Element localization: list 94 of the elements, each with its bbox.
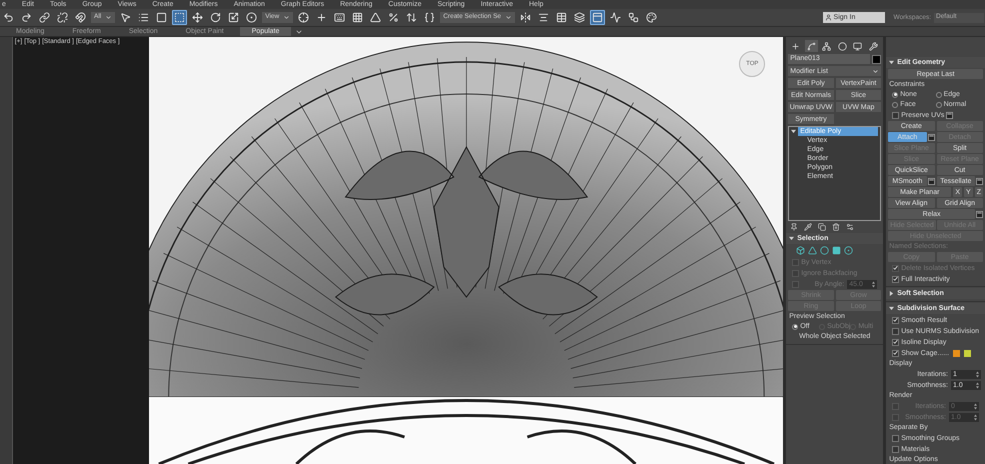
- triangle-icon: [370, 12, 382, 23]
- scale-icon: [228, 12, 240, 23]
- dot-circle-icon: [246, 12, 258, 23]
- checkbox[interactable]: [892, 350, 900, 356]
- mirror-icon: [520, 12, 532, 23]
- collapse-arrow-icon[interactable]: [789, 236, 794, 241]
- curve-icon: [806, 42, 816, 50]
- toolbar-button[interactable]: [644, 10, 660, 25]
- undo-icon: [3, 12, 14, 23]
- checkbox[interactable]: [892, 276, 900, 282]
- square-icon: [156, 12, 168, 23]
- checkbox[interactable]: [892, 328, 900, 334]
- vertex-icon[interactable]: [796, 246, 806, 255]
- layers-icon: [574, 12, 586, 23]
- toolbar-button[interactable]: [244, 10, 260, 25]
- link-icon: [39, 12, 50, 23]
- radio-button[interactable]: [892, 92, 898, 98]
- settings-box-icon[interactable]: [928, 134, 935, 140]
- toolbar-button[interactable]: [37, 10, 52, 25]
- monitor-icon: [853, 42, 862, 50]
- caret-icon: [105, 14, 112, 21]
- polygon-icon[interactable]: [832, 246, 842, 255]
- schematic-icon: [628, 12, 640, 23]
- object-color-swatch[interactable]: [872, 54, 882, 64]
- braces-icon: [424, 12, 436, 23]
- toolbar-button[interactable]: [590, 10, 606, 25]
- move-icon: [192, 12, 204, 23]
- toolbar-button[interactable]: [368, 10, 384, 25]
- radio-button[interactable]: [936, 92, 942, 98]
- radio-button[interactable]: [936, 102, 942, 108]
- toolbar-button[interactable]: [73, 10, 88, 25]
- expand-arrow-icon[interactable]: [889, 291, 894, 296]
- color-swatch[interactable]: [953, 350, 960, 356]
- toolbar-button[interactable]: [572, 10, 588, 25]
- user-icon: [824, 14, 832, 21]
- magnet-icon: [75, 12, 86, 23]
- toolbar-button[interactable]: [296, 10, 312, 25]
- settings-box-icon[interactable]: [976, 178, 983, 184]
- redo-icon: [21, 12, 32, 23]
- list-icon: [138, 12, 150, 23]
- checkbox[interactable]: [892, 434, 900, 442]
- trash-icon[interactable]: [832, 223, 840, 231]
- caret-icon: [505, 14, 512, 21]
- color-swatch[interactable]: [964, 350, 972, 356]
- panel-icon: [592, 12, 604, 23]
- checkbox[interactable]: [892, 446, 900, 452]
- table-icon: [556, 12, 568, 23]
- caret-icon: [872, 68, 880, 74]
- up-down-arrows-icon: [406, 12, 418, 23]
- unlink-icon: [57, 12, 68, 23]
- settings-box-icon[interactable]: [976, 210, 983, 218]
- pointer-icon: [120, 12, 132, 23]
- border-icon[interactable]: [820, 246, 830, 255]
- toolbar-button[interactable]: [190, 10, 206, 25]
- toolbar-button[interactable]: [608, 10, 624, 25]
- radio-button[interactable]: [892, 102, 898, 108]
- toolbar-button[interactable]: [55, 10, 70, 25]
- circle-icon: [838, 42, 847, 50]
- checkbox[interactable]: [892, 316, 900, 324]
- spinner-arrows-icon[interactable]: [976, 382, 979, 388]
- settings-box-icon[interactable]: [928, 178, 935, 184]
- settings-box-icon[interactable]: [946, 112, 954, 118]
- wrench-icon: [868, 42, 878, 50]
- plus-icon: [791, 42, 800, 50]
- curve-icon: [610, 12, 622, 23]
- pin-icon[interactable]: [790, 223, 798, 231]
- grid-icon: [352, 12, 364, 23]
- keyboard-icon: [334, 12, 346, 23]
- radio-button[interactable]: [792, 324, 798, 330]
- rotate-icon: [210, 12, 222, 23]
- dashed-square-icon: [174, 12, 186, 23]
- panel-tab[interactable]: [851, 40, 864, 52]
- percent-icon: [388, 12, 400, 23]
- plus-icon: [316, 12, 328, 23]
- element-icon[interactable]: [844, 246, 854, 255]
- pipette-icon[interactable]: [804, 223, 812, 231]
- panel-tab[interactable]: [820, 40, 834, 52]
- align-icon: [538, 12, 550, 23]
- copy-icon[interactable]: [818, 223, 826, 231]
- panel-tab[interactable]: [866, 40, 880, 52]
- spinner-arrows-icon[interactable]: [976, 370, 979, 378]
- crosshair-icon: [298, 12, 310, 23]
- collapse-arrow-icon[interactable]: [791, 129, 796, 134]
- checkbox[interactable]: [892, 338, 900, 346]
- collapse-arrow-icon[interactable]: [889, 306, 894, 311]
- settings-icon[interactable]: [846, 223, 854, 231]
- checkbox[interactable]: [892, 112, 900, 118]
- panel-tab[interactable]: [836, 40, 849, 52]
- toolbar-button[interactable]: [172, 10, 188, 25]
- hierarchy-icon: [822, 42, 832, 50]
- edge-icon[interactable]: [808, 246, 818, 255]
- panel-tab[interactable]: [804, 40, 818, 52]
- palette-icon: [646, 12, 658, 23]
- collapse-arrow-icon[interactable]: [889, 60, 894, 65]
